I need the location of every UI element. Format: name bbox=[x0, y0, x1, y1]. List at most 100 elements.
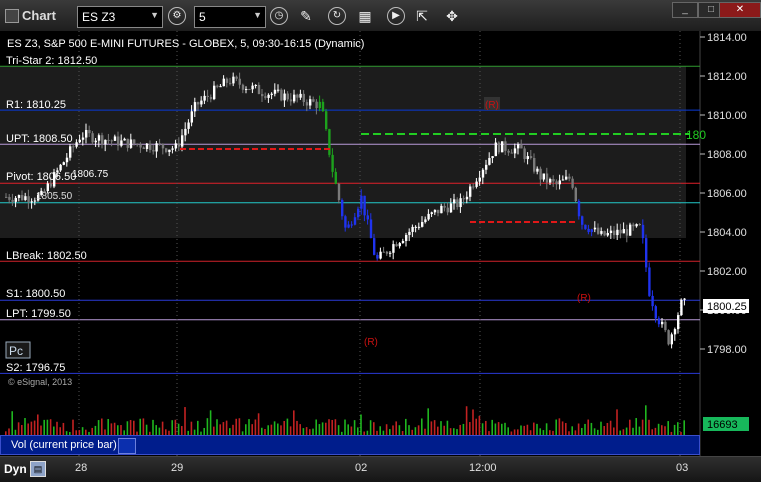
candle-body bbox=[27, 196, 30, 203]
candle-body bbox=[369, 219, 373, 239]
candle-body bbox=[376, 254, 379, 259]
candle-body bbox=[72, 146, 75, 148]
volume-bar bbox=[462, 423, 465, 435]
chevron-down-icon[interactable]: ▼ bbox=[150, 10, 159, 20]
minimize-button[interactable]: _ bbox=[672, 2, 698, 18]
volume-bar bbox=[293, 410, 295, 435]
volume-bar bbox=[302, 428, 305, 435]
candle-body bbox=[373, 238, 376, 255]
volume-bar bbox=[616, 409, 618, 435]
chart-panel[interactable]: 1814.00 1812.00 1810.00 1808.00 1806.00 1804.… bbox=[0, 31, 761, 456]
chart-app-icon bbox=[5, 9, 19, 23]
candle-body bbox=[385, 251, 389, 254]
refresh-icon[interactable]: ↻ bbox=[328, 7, 346, 25]
play-icon[interactable]: ▶ bbox=[387, 7, 405, 25]
candle-body bbox=[398, 243, 401, 247]
volume-bar bbox=[379, 426, 381, 435]
clock-icon[interactable]: ◷ bbox=[270, 7, 288, 25]
candle-body bbox=[94, 140, 97, 143]
candle-body bbox=[190, 111, 193, 123]
scroll-button[interactable] bbox=[118, 438, 136, 454]
candle-body bbox=[225, 78, 229, 83]
target-label: 180 bbox=[686, 128, 706, 142]
candle-body bbox=[584, 224, 587, 229]
volume-bar bbox=[299, 424, 301, 435]
candle-body bbox=[261, 94, 264, 97]
calendar-icon[interactable]: ▤ bbox=[30, 461, 46, 477]
volume-bar bbox=[645, 405, 647, 435]
study-icon[interactable]: ▦ bbox=[355, 6, 375, 26]
volume-bars bbox=[5, 405, 685, 435]
volume-bar bbox=[337, 425, 340, 435]
volume-bar bbox=[507, 427, 509, 435]
time-axis: Dyn ▤ 28 29 02 12:00 03 bbox=[0, 456, 761, 482]
pencil-icon[interactable]: ✎ bbox=[296, 6, 316, 26]
candle-body bbox=[360, 195, 363, 209]
candle-body bbox=[168, 149, 171, 152]
candle-body bbox=[11, 199, 14, 202]
candle-body bbox=[14, 197, 17, 202]
volume-bar bbox=[171, 420, 173, 435]
volume-bar bbox=[184, 407, 186, 435]
candle-body bbox=[59, 164, 62, 171]
cursor-icon[interactable]: ⇱ bbox=[412, 6, 432, 26]
candle-body bbox=[248, 89, 251, 91]
volume-bar bbox=[251, 424, 253, 435]
price-chart[interactable]: 1814.00 1812.00 1810.00 1808.00 1806.00 1804.… bbox=[0, 31, 761, 456]
candle-body bbox=[680, 299, 683, 316]
candle-body bbox=[571, 178, 574, 188]
symbol-input[interactable]: ES Z3 ▼ bbox=[77, 6, 163, 28]
candle-body bbox=[353, 217, 357, 225]
volume-bar bbox=[225, 420, 228, 435]
candle-body bbox=[558, 180, 561, 185]
candle-body bbox=[664, 321, 667, 331]
close-button[interactable]: ✕ bbox=[719, 2, 761, 18]
candle-body bbox=[241, 84, 245, 90]
volume-bar bbox=[664, 426, 666, 435]
axis-tick-label: 1806.00 bbox=[707, 188, 747, 200]
volume-bar bbox=[654, 427, 657, 435]
candle-body bbox=[488, 158, 491, 165]
volume-bar bbox=[59, 427, 61, 435]
candle-body bbox=[46, 183, 49, 192]
pc-button[interactable]: Pc bbox=[9, 344, 23, 358]
level-label-s1: S1: 1800.50 bbox=[6, 288, 65, 300]
candle-body bbox=[475, 181, 478, 187]
candle-body bbox=[325, 111, 328, 130]
candle-body bbox=[120, 140, 123, 146]
chevron-down-icon[interactable]: ▼ bbox=[253, 10, 262, 20]
candle-body bbox=[465, 196, 469, 200]
candle-body bbox=[638, 224, 641, 226]
volume-bar bbox=[328, 419, 330, 435]
candle-body bbox=[683, 298, 686, 300]
volume-bar bbox=[267, 425, 269, 435]
interval-input[interactable]: 5 ▼ bbox=[194, 6, 266, 28]
candle-body bbox=[331, 154, 334, 172]
volume-bar bbox=[344, 419, 346, 435]
candle-body bbox=[251, 85, 254, 90]
candle-body bbox=[328, 129, 331, 155]
volume-bar bbox=[120, 425, 122, 435]
volume-bar bbox=[661, 425, 663, 435]
candle-body bbox=[491, 156, 494, 159]
candle-body bbox=[267, 94, 270, 98]
candle-body bbox=[129, 139, 133, 148]
candle-body bbox=[414, 226, 417, 228]
candle-body bbox=[382, 251, 385, 253]
volume-indicator-label[interactable]: Vol (current price bar) bbox=[0, 435, 700, 455]
settings-icon[interactable]: ⚙ bbox=[168, 7, 186, 25]
volume-bar bbox=[219, 424, 221, 435]
volume-bar bbox=[72, 419, 74, 435]
candle-body bbox=[485, 164, 488, 170]
link-icon[interactable]: ✥ bbox=[442, 6, 462, 26]
candle-body bbox=[88, 129, 91, 134]
candle-body bbox=[536, 168, 539, 172]
candle-body bbox=[389, 252, 392, 254]
candle-body bbox=[81, 137, 85, 140]
volume-bar bbox=[491, 419, 493, 435]
last-price: 1800.25 bbox=[707, 301, 747, 313]
candle-body bbox=[417, 226, 421, 228]
candle-body bbox=[469, 186, 472, 197]
candle-body bbox=[497, 142, 501, 153]
volume-bar bbox=[81, 427, 84, 435]
